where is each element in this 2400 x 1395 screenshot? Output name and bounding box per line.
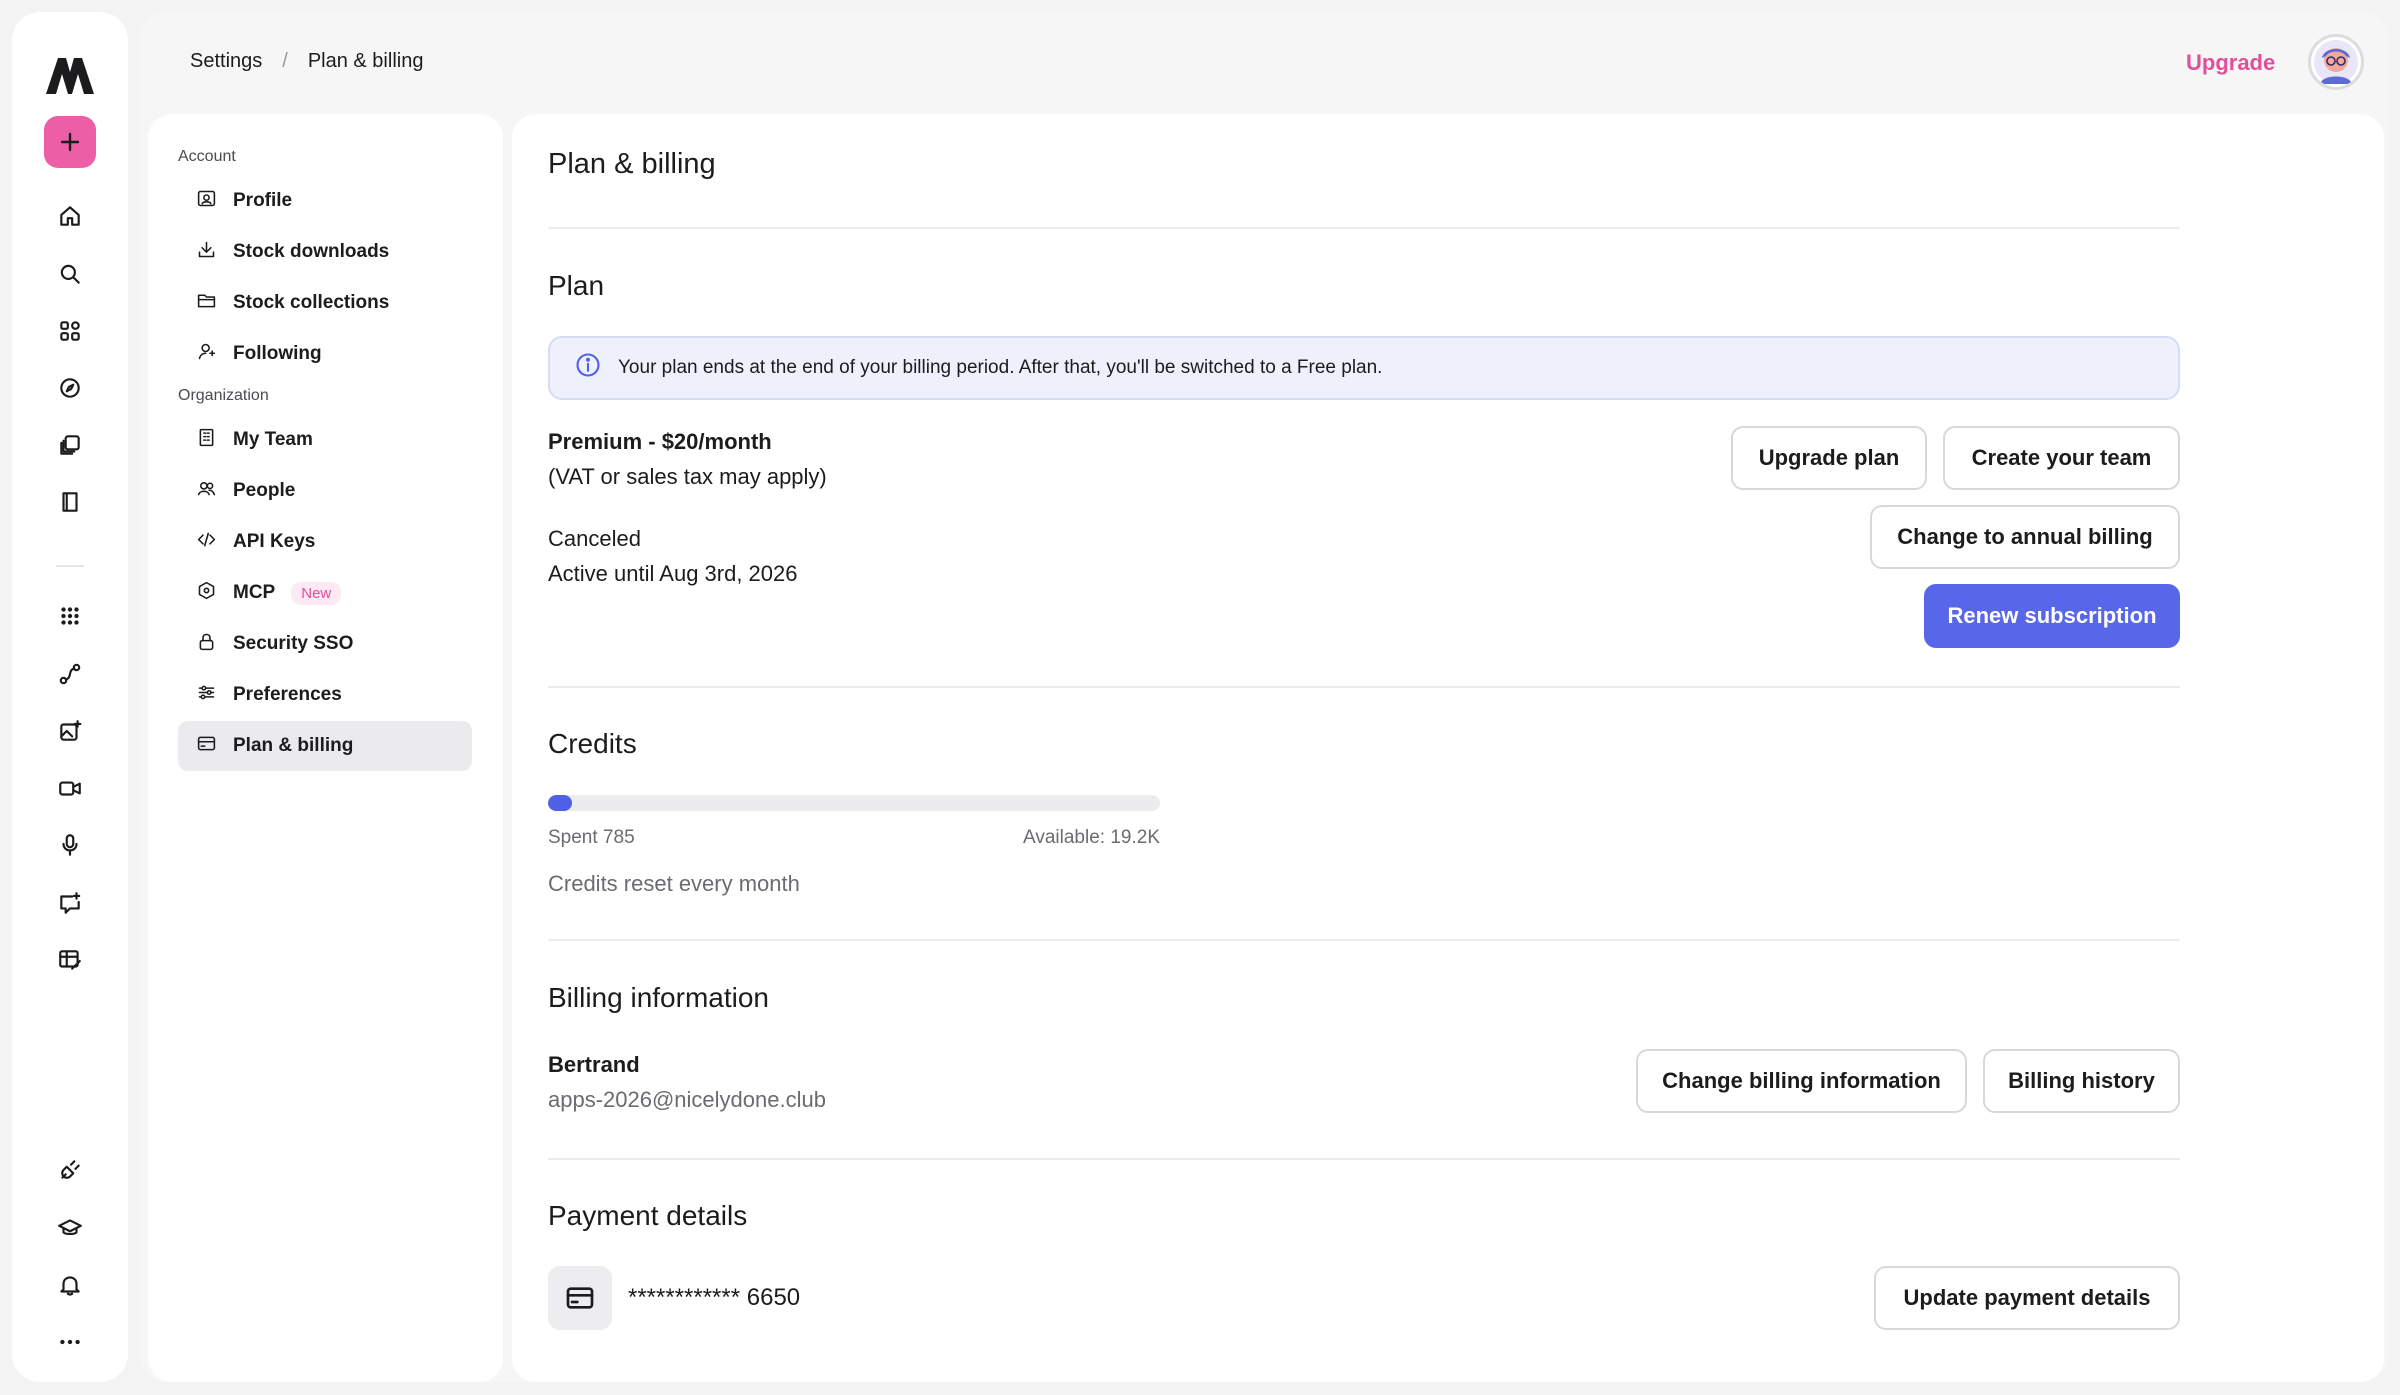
divider	[548, 939, 2180, 941]
video-icon[interactable]	[48, 766, 92, 810]
microphone-icon[interactable]	[48, 823, 92, 867]
nav-item-label: Security SSO	[233, 633, 354, 654]
plan-heading: Plan	[548, 270, 605, 301]
nav-item-label: Following	[233, 343, 322, 364]
billing-email: apps-2026@nicelydone.club	[548, 1087, 826, 1112]
plan-tax-note: (VAT or sales tax may apply)	[548, 464, 827, 489]
person-icon	[196, 341, 217, 368]
info-icon	[574, 351, 602, 385]
create-team-button[interactable]: Create your team	[1943, 426, 2180, 490]
download-icon	[196, 239, 217, 266]
nav-item-people[interactable]: People	[178, 466, 472, 516]
grid-icon[interactable]	[48, 309, 92, 353]
page-title: Plan & billing	[548, 148, 716, 180]
credits-progress-fill	[548, 795, 572, 811]
folder-icon	[196, 290, 217, 317]
nav-item-stock-downloads[interactable]: Stock downloads	[178, 227, 472, 277]
nav-item-label: My Team	[233, 429, 313, 450]
credits-reset-note: Credits reset every month	[548, 871, 800, 896]
plan-active-until: Active until Aug 3rd, 2026	[548, 561, 798, 586]
plan-notice: Your plan ends at the end of your billin…	[548, 336, 2180, 400]
change-billing-info-button[interactable]: Change billing information	[1636, 1049, 1967, 1113]
credits-heading: Credits	[548, 728, 637, 759]
nav-item-label: MCP	[233, 582, 276, 603]
update-payment-button[interactable]: Update payment details	[1874, 1266, 2180, 1330]
nav-item-label: Plan & billing	[233, 735, 354, 756]
search-icon[interactable]	[48, 252, 92, 296]
billing-name: Bertrand	[548, 1052, 640, 1077]
plan-name: Premium - $20/month	[548, 429, 772, 454]
nav-item-mcp[interactable]: MCP New	[178, 568, 472, 618]
breadcrumb: Settings / Plan & billing	[190, 50, 423, 73]
avatar[interactable]	[2308, 34, 2364, 90]
credit-card-icon	[548, 1266, 612, 1330]
card-icon	[196, 733, 217, 760]
billing-history-button[interactable]: Billing history	[1983, 1049, 2180, 1113]
lock-icon	[196, 631, 217, 658]
settings-nav: Account Profile Stock downloads Stock co…	[148, 114, 503, 1382]
nav-section-account: Account	[178, 148, 236, 165]
nav-item-label: Profile	[233, 190, 293, 211]
change-annual-billing-button[interactable]: Change to annual billing	[1870, 505, 2180, 569]
billing-heading: Billing information	[548, 982, 769, 1013]
nav-item-preferences[interactable]: Preferences	[178, 670, 472, 720]
nav-item-label: API Keys	[233, 531, 316, 552]
plan-notice-text: Your plan ends at the end of your billin…	[618, 357, 1383, 378]
nav-item-following[interactable]: Following	[178, 329, 472, 379]
nav-item-label: People	[233, 480, 296, 501]
code-icon	[196, 529, 217, 556]
people-icon	[196, 478, 217, 505]
payment-heading: Payment details	[548, 1200, 748, 1231]
compass-icon[interactable]	[48, 366, 92, 410]
card-number: ************ 6650	[628, 1284, 801, 1311]
more-icon[interactable]	[48, 1320, 92, 1364]
nav-item-label: Stock collections	[233, 292, 390, 313]
home-icon[interactable]	[48, 194, 92, 238]
divider	[548, 686, 2180, 688]
upgrade-plan-button[interactable]: Upgrade plan	[1731, 426, 1927, 490]
book-icon[interactable]	[48, 480, 92, 524]
new-badge: New	[291, 581, 342, 605]
hexagon-icon	[196, 580, 217, 607]
divider	[548, 227, 2180, 229]
nav-section-organization: Organization	[178, 387, 269, 404]
nav-item-plan-billing[interactable]: Plan & billing	[178, 721, 472, 771]
breadcrumb-settings[interactable]: Settings	[190, 50, 262, 73]
logo-icon[interactable]	[42, 48, 98, 104]
profile-icon	[196, 188, 217, 215]
apps-icon[interactable]	[48, 594, 92, 638]
sliders-icon	[196, 682, 217, 709]
nav-item-profile[interactable]: Profile	[178, 176, 472, 226]
image-sparkle-icon[interactable]	[48, 709, 92, 753]
chat-sparkle-icon[interactable]	[48, 881, 92, 925]
app-rail	[12, 12, 128, 1382]
bell-icon[interactable]	[48, 1263, 92, 1307]
renew-subscription-button[interactable]: Renew subscription	[1924, 584, 2180, 648]
stack-icon[interactable]	[48, 423, 92, 467]
edit-board-icon[interactable]	[48, 938, 92, 982]
nav-item-security-sso[interactable]: Security SSO	[178, 619, 472, 669]
nav-item-stock-collections[interactable]: Stock collections	[178, 278, 472, 328]
plug-icon[interactable]	[48, 1148, 92, 1192]
rail-divider	[56, 565, 84, 567]
nav-item-my-team[interactable]: My Team	[178, 415, 472, 465]
upgrade-link[interactable]: Upgrade	[2186, 50, 2275, 76]
credits-available: Available: 19.2K	[1023, 827, 1160, 848]
credits-progress-bar	[548, 795, 1160, 811]
nav-item-label: Preferences	[233, 684, 342, 705]
building-icon	[196, 427, 217, 454]
workflow-icon[interactable]	[48, 652, 92, 696]
divider	[548, 1158, 2180, 1160]
nav-item-api-keys[interactable]: API Keys	[178, 517, 472, 567]
breadcrumb-separator: /	[282, 50, 288, 72]
nav-item-label: Stock downloads	[233, 241, 390, 262]
create-new-button[interactable]	[44, 116, 96, 168]
content-panel: Plan & billing Plan Your plan ends at th…	[512, 114, 2384, 1382]
graduation-icon[interactable]	[48, 1206, 92, 1250]
breadcrumb-plan-billing: Plan & billing	[307, 50, 424, 72]
plan-status: Canceled	[548, 526, 641, 551]
